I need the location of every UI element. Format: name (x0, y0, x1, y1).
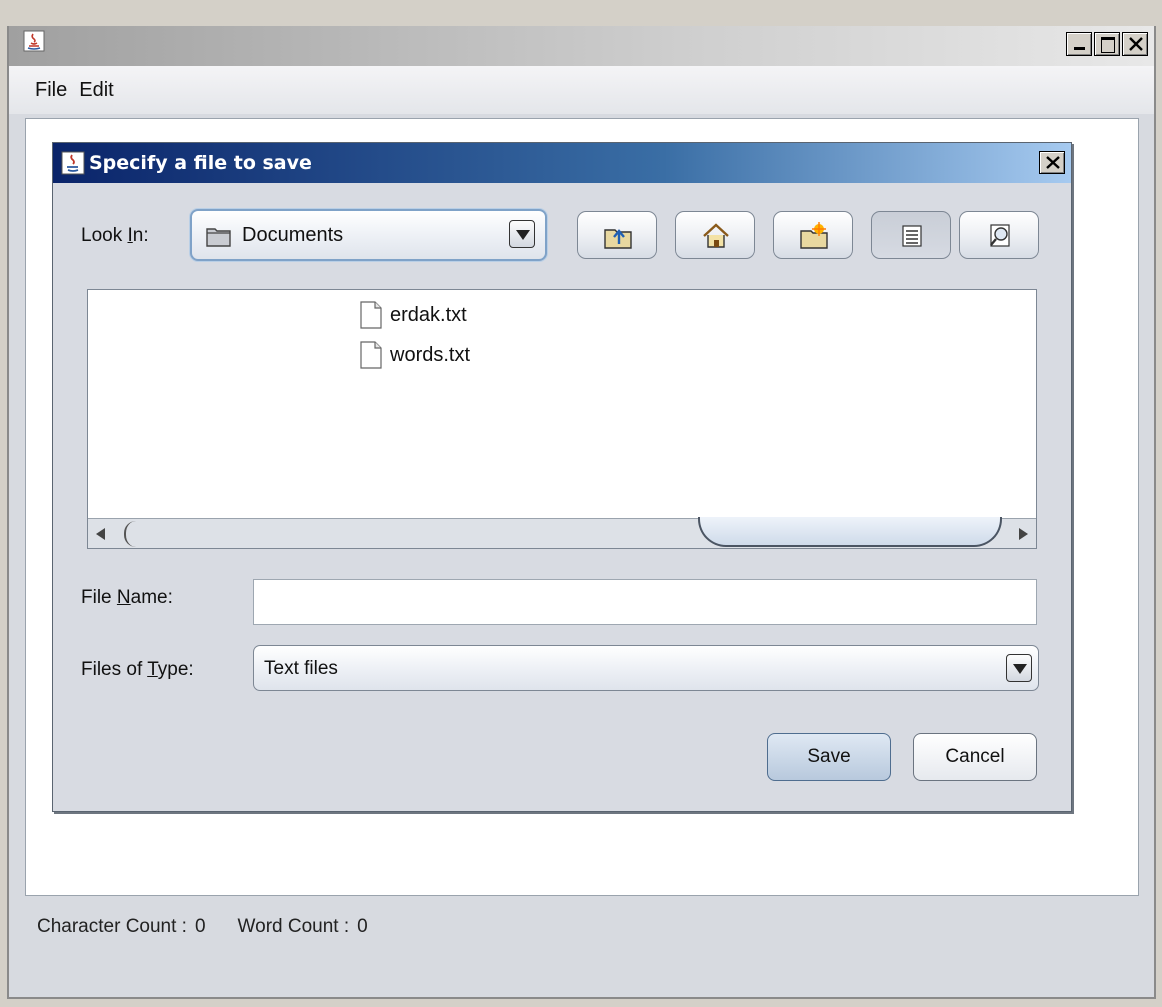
scroll-thumb[interactable] (698, 517, 1002, 547)
scroll-track-cap (124, 521, 146, 547)
save-button[interactable]: Save (767, 733, 891, 781)
up-folder-icon (604, 229, 632, 249)
new-folder-button[interactable] (773, 211, 853, 259)
horizontal-scrollbar[interactable] (88, 517, 1036, 548)
look-in-combo[interactable]: Documents (190, 209, 547, 261)
file-type-value: Text files (264, 658, 338, 679)
dialog-close-button[interactable] (1039, 151, 1065, 174)
list-view-button[interactable] (871, 211, 951, 259)
cancel-button[interactable]: Cancel (913, 733, 1037, 781)
java-icon (61, 151, 85, 175)
details-view-icon (990, 224, 1010, 247)
details-view-button[interactable] (959, 211, 1039, 259)
file-icon (360, 341, 382, 369)
folder-icon (206, 228, 231, 247)
scroll-right-arrow-icon[interactable] (1019, 528, 1028, 540)
minimize-button[interactable] (1066, 32, 1092, 56)
menu-edit[interactable]: Edit (79, 79, 113, 102)
list-item[interactable]: words.txt (360, 338, 470, 372)
look-in-label: Look In: (81, 225, 149, 246)
chevron-down-icon[interactable] (509, 220, 535, 248)
list-view-icon (902, 225, 922, 247)
close-icon (1129, 37, 1143, 51)
home-icon (703, 223, 729, 248)
list-item[interactable]: erdak.txt (360, 298, 467, 332)
dialog-title: Specify a file to save (89, 152, 312, 174)
app-titlebar[interactable] (9, 26, 1154, 66)
maximize-button[interactable] (1094, 32, 1120, 56)
home-button[interactable] (675, 211, 755, 259)
statusbar: Character Count : 0 Word Count : 0 (37, 916, 368, 938)
java-app-icon (23, 30, 45, 52)
look-in-value: Documents (242, 224, 344, 246)
file-icon (360, 301, 382, 329)
close-icon (1046, 156, 1060, 169)
save-file-dialog: Specify a file to save Look In: Document… (52, 142, 1072, 812)
menubar: File Edit (9, 66, 1154, 114)
new-folder-icon (800, 222, 828, 249)
char-count-value: 0 (194, 916, 206, 937)
char-count-label: Character Count : (37, 916, 187, 937)
file-name: erdak.txt (390, 303, 467, 326)
file-list[interactable]: erdak.txt words.txt (87, 289, 1037, 549)
file-name-field[interactable] (253, 579, 1037, 625)
dialog-titlebar[interactable]: Specify a file to save (53, 143, 1071, 183)
menu-file[interactable]: File (35, 79, 67, 102)
file-name-label: File Name: (81, 587, 173, 608)
word-count-value: 0 (357, 916, 368, 937)
file-name: words.txt (390, 343, 471, 366)
word-count-label: Word Count : (237, 916, 350, 937)
close-button[interactable] (1122, 32, 1148, 56)
file-type-label: Files of Type: (81, 659, 194, 680)
file-type-combo[interactable]: Text files (253, 645, 1039, 691)
chevron-down-icon[interactable] (1006, 654, 1032, 682)
up-folder-button[interactable] (577, 211, 657, 259)
scroll-left-arrow-icon[interactable] (96, 528, 105, 540)
